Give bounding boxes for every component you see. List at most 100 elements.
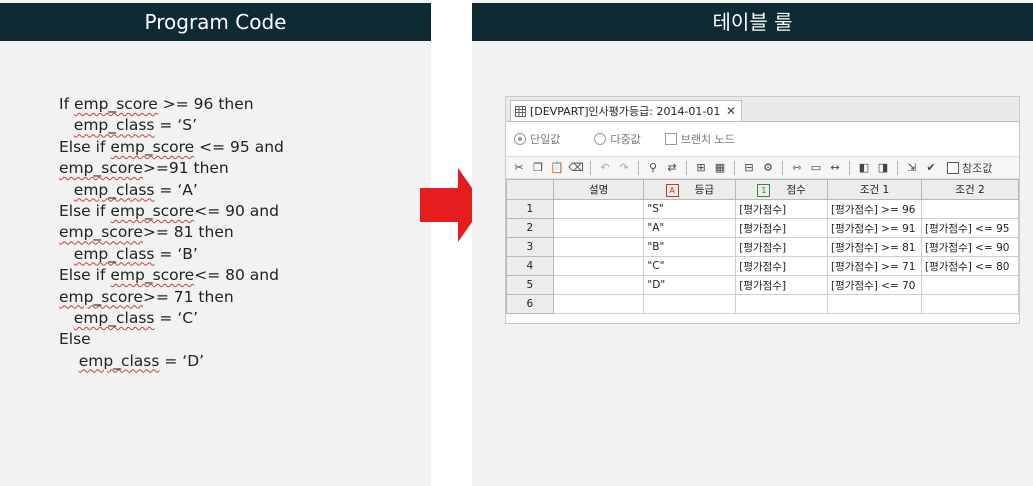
tab-label: [DEVPART]인사평가등급: 2014-01-01	[530, 105, 721, 118]
cut-icon[interactable]: ✂	[512, 161, 526, 175]
code-identifier: emp_class	[73, 180, 155, 199]
table-row[interactable]: 6	[506, 294, 1019, 314]
column-resize-icon[interactable]: ↔	[828, 161, 842, 175]
paste-icon[interactable]: 📋	[550, 161, 564, 175]
grid-icon[interactable]: ▦	[713, 161, 727, 175]
row-number-header	[506, 179, 554, 200]
column-header-grade[interactable]: A 등급	[643, 179, 737, 200]
checkbox-icon	[947, 161, 959, 174]
grid-cell[interactable]: [평가점수] >= 96	[827, 199, 922, 219]
grid-cell[interactable]: [평가점수] <= 90	[921, 237, 1019, 257]
code-line: emp_score>= 81 then	[59, 222, 284, 243]
grid-cell[interactable]: [평가점수]	[735, 218, 829, 238]
grid-cell[interactable]: [평가점수]	[735, 199, 829, 219]
insert-row-icon[interactable]: ⊞	[694, 161, 708, 175]
grid-cell[interactable]: "S"	[643, 199, 737, 219]
row-number: 2	[506, 218, 554, 238]
grid-cell[interactable]	[643, 294, 737, 314]
grid-cell[interactable]: "D"	[643, 275, 737, 295]
close-icon[interactable]: ✕	[726, 104, 736, 118]
table-add-icon[interactable]: ⊟	[742, 161, 756, 175]
table-rule-title: 테이블 룰	[472, 3, 1033, 41]
code-line: emp_score>= 71 then	[59, 287, 284, 308]
column-header-condition-2[interactable]: 조건 2	[921, 179, 1019, 200]
toolbar-separator	[638, 160, 639, 175]
undo-icon[interactable]: ↶	[598, 161, 612, 175]
code-line: Else	[59, 329, 284, 350]
code-identifier: emp_score	[110, 266, 195, 285]
layout-left-icon[interactable]: ◧	[857, 161, 871, 175]
grid-cell[interactable]: [평가점수]	[735, 256, 829, 276]
grid-cell[interactable]	[921, 199, 1019, 219]
column-delete-icon[interactable]: ▭	[809, 161, 823, 175]
code-text: Else if	[59, 137, 111, 156]
grid-cell[interactable]: [평가점수] <= 80	[921, 256, 1019, 276]
eraser-icon[interactable]: ⌫	[568, 161, 584, 175]
grid-cell[interactable]	[921, 294, 1019, 314]
code-text: >=91 then	[142, 159, 229, 178]
grid-cell[interactable]	[552, 256, 645, 276]
table-row[interactable]: 5 "D" [평가점수] [평가점수] <= 70	[506, 275, 1019, 295]
column-header-condition-1[interactable]: 조건 1	[827, 179, 922, 200]
row-number: 4	[506, 256, 554, 276]
grid-cell[interactable]: [평가점수]	[735, 237, 829, 257]
grid-cell[interactable]	[735, 294, 829, 314]
grid-cell[interactable]	[827, 294, 922, 314]
code-text: >= 71 then	[142, 287, 234, 306]
multi-value-label: 다중값	[610, 133, 641, 146]
grid-cell[interactable]: [평가점수] >= 91	[827, 218, 922, 238]
code-text: = ‘A’	[154, 180, 198, 199]
grid-cell[interactable]	[552, 275, 645, 295]
code-text: = ‘S’	[154, 116, 198, 135]
radio-icon	[594, 133, 607, 145]
table-settings-icon[interactable]: ⚙	[761, 161, 775, 175]
grid-cell[interactable]	[552, 237, 645, 257]
layout-right-icon[interactable]: ◨	[876, 161, 890, 175]
toolbar-separator	[897, 160, 898, 175]
radio-selected-icon	[514, 133, 526, 145]
branch-node-checkbox[interactable]: 브랜치 노드	[664, 131, 735, 147]
grid-cell[interactable]	[552, 218, 645, 238]
table-row[interactable]: 1 "S" [평가점수] [평가점수] >= 96	[506, 199, 1019, 219]
replace-icon[interactable]: ⇄	[665, 161, 679, 175]
tab-bar: [DEVPART]인사평가등급: 2014-01-01 ✕	[506, 97, 1019, 122]
grid-cell[interactable]: [평가점수] <= 70	[827, 275, 922, 295]
grid-cell[interactable]: "A"	[643, 218, 737, 238]
grid-cell[interactable]: [평가점수] >= 71	[827, 256, 922, 276]
header-label: 설명	[588, 184, 609, 196]
row-number: 5	[506, 275, 554, 295]
redo-icon[interactable]: ↷	[617, 161, 631, 175]
toolbar: ✂ ❐ 📋 ⌫ ↶ ↷ ⚲ ⇄ ⊞ ▦ ⊟ ⚙ ⇿ ▭ ↔ ◧ ◨ ⇲ ✔ 참조…	[506, 156, 1019, 179]
grid-cell[interactable]: [평가점수] <= 95	[921, 218, 1019, 238]
export-icon[interactable]: ⇲	[905, 161, 919, 175]
multi-value-radio[interactable]: 다중값	[594, 131, 641, 147]
table-row[interactable]: 2 "A" [평가점수] [평가점수] >= 91 [평가점수] <= 95	[506, 218, 1019, 238]
grid-cell[interactable]	[552, 199, 645, 219]
reference-value-checkbox[interactable]: 참조값	[947, 160, 992, 176]
code-identifier: emp_score	[110, 201, 195, 220]
grid-cell[interactable]: [평가점수] >= 81	[827, 237, 922, 257]
program-code-panel: Program Code If emp_score >= 96 then emp…	[0, 0, 431, 486]
number-type-icon: 1	[757, 183, 771, 197]
grid-cell[interactable]: [평가점수]	[735, 275, 829, 295]
single-value-label: 단일값	[530, 133, 561, 146]
code-block: If emp_score >= 96 then emp_class = ‘S’ E…	[59, 94, 284, 372]
find-icon[interactable]: ⚲	[646, 161, 660, 175]
table-row[interactable]: 3 "B" [평가점수] [평가점수] >= 81 [평가점수] <= 90	[506, 237, 1019, 257]
grid-cell[interactable]: "B"	[643, 237, 737, 257]
validate-icon[interactable]: ✔	[924, 161, 938, 175]
single-value-radio[interactable]: 단일값	[514, 131, 560, 147]
code-text: <= 80 and	[194, 266, 279, 285]
grid-cell[interactable]	[552, 294, 645, 314]
code-identifier: emp_class	[73, 308, 155, 327]
copy-icon[interactable]: ❐	[531, 161, 545, 175]
grid-cell[interactable]	[921, 275, 1019, 295]
tab-devpart-grade[interactable]: [DEVPART]인사평가등급: 2014-01-01 ✕	[510, 100, 742, 121]
grid-cell[interactable]: "C"	[643, 256, 737, 276]
reference-value-label: 참조값	[962, 161, 993, 175]
column-insert-icon[interactable]: ⇿	[790, 161, 804, 175]
column-header-description[interactable]: 설명	[552, 179, 645, 200]
table-row[interactable]: 4 "C" [평가점수] [평가점수] >= 71 [평가점수] <= 80	[506, 256, 1019, 276]
column-header-score[interactable]: 1 점수	[735, 179, 829, 200]
